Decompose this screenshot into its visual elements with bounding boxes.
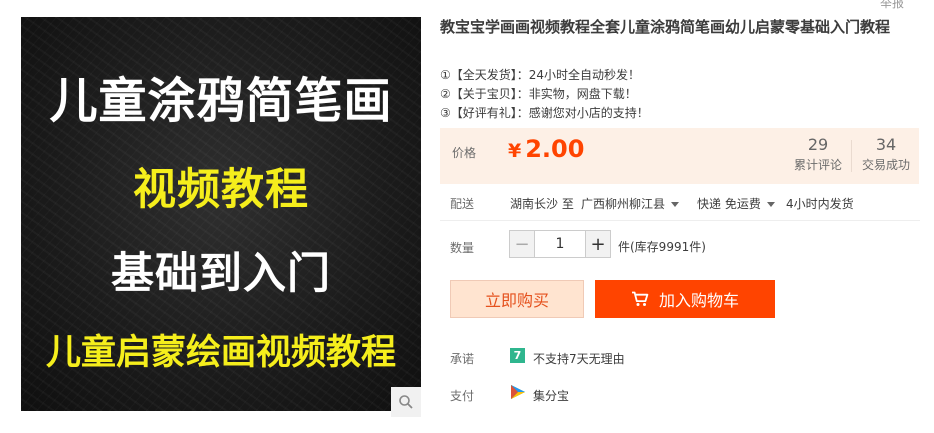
- promise-row: 承诺 7 不支持7天无理由: [440, 346, 920, 368]
- stock-info: 件(库存9991件): [618, 240, 706, 254]
- ship-to-select[interactable]: 广西柳州柳江县: [581, 195, 680, 212]
- decrease-button[interactable]: −: [509, 230, 535, 258]
- jifenbao-icon: [511, 385, 525, 399]
- product-title: 教宝宝学画画视频教程全套儿童涂鸦简笔画幼儿启蒙零基础入门教程: [440, 18, 891, 36]
- cart-icon: [631, 291, 649, 306]
- seven-day-icon: 7: [510, 348, 525, 363]
- ship-from: 湖南长沙 至: [510, 197, 574, 211]
- quantity-label: 数量: [450, 241, 475, 255]
- promise-label: 承诺: [450, 352, 475, 366]
- price-amount: 2.00: [525, 135, 585, 163]
- review-count-stat[interactable]: 29 累计评论: [786, 135, 850, 173]
- note-item: ②【关于宝贝】：非实物，网盘下载！: [440, 87, 637, 101]
- divider: [440, 220, 920, 221]
- currency-symbol: ¥: [508, 140, 522, 162]
- report-link[interactable]: 举报: [880, 0, 904, 11]
- image-tagline: 基础到入门: [111, 249, 331, 299]
- add-to-cart-label: 加入购物车: [658, 291, 739, 310]
- increase-button[interactable]: +: [585, 230, 611, 258]
- image-headline: 儿童涂鸦简笔画: [49, 73, 393, 129]
- stat-divider: [851, 140, 852, 172]
- ship-to-label: 广西柳州柳江县: [581, 197, 666, 211]
- payment-row: 支付 集分宝: [440, 383, 920, 405]
- quantity-row: 数量 − + 件(库存9991件): [440, 230, 920, 260]
- buy-now-button[interactable]: 立即购买: [450, 280, 584, 318]
- price-value: ¥2.00: [508, 135, 584, 163]
- note-item: ③【好评有礼】：感谢您对小店的支持！: [440, 106, 649, 120]
- deal-count: 34: [875, 135, 897, 154]
- shipping-method-select[interactable]: 快递 免运费: [697, 195, 775, 212]
- shipping-row: 配送 湖南长沙 至 广西柳州柳江县 快递 免运费 4小时内发货: [440, 192, 920, 214]
- price-label: 价格: [452, 146, 477, 160]
- zoom-icon[interactable]: [391, 387, 421, 417]
- deal-count-label: 交易成功: [861, 158, 910, 172]
- shipping-label: 配送: [450, 197, 475, 211]
- chevron-down-icon: [766, 202, 775, 207]
- product-main-image[interactable]: 儿童涂鸦简笔画 视频教程 基础到入门 儿童启蒙绘画视频教程: [21, 17, 421, 411]
- image-footer-text: 儿童启蒙绘画视频教程: [45, 333, 396, 373]
- product-notes: ①【全天发货】：24小时全自动秒发！ ②【关于宝贝】：非实物，网盘下载！ ③【好…: [440, 66, 649, 123]
- deal-count-stat: 34 交易成功: [854, 135, 918, 173]
- payment-label: 支付: [450, 389, 475, 403]
- payment-method[interactable]: 集分宝: [533, 387, 569, 404]
- note-item: ①【全天发货】：24小时全自动秒发！: [440, 68, 641, 82]
- review-count: 29: [807, 135, 829, 154]
- dispatch-time: 4小时内发货: [786, 197, 854, 211]
- quantity-stepper: − +: [509, 230, 611, 258]
- add-to-cart-button[interactable]: 加入购物车: [595, 280, 775, 318]
- quantity-input[interactable]: [535, 230, 585, 258]
- shipping-method-label: 快递 免运费: [697, 197, 761, 211]
- image-subtitle: 视频教程: [133, 165, 309, 215]
- promise-text[interactable]: 不支持7天无理由: [533, 350, 625, 367]
- chevron-down-icon: [671, 202, 680, 207]
- price-panel: 价格 ¥2.00 29 累计评论 34 交易成功: [440, 128, 919, 184]
- review-count-label: 累计评论: [793, 158, 842, 172]
